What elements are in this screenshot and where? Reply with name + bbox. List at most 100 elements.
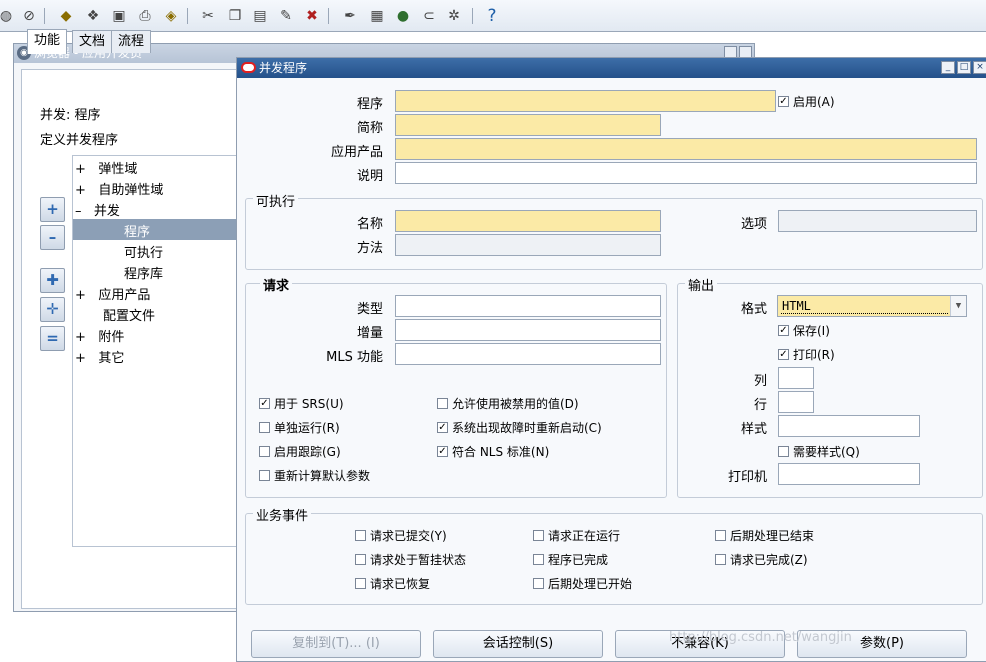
maximize-icon[interactable]: □: [957, 61, 971, 74]
copy-to-button[interactable]: 复制到(T)... (I): [251, 630, 421, 658]
attachment-icon[interactable]: ◈: [161, 6, 181, 26]
tree-item-label: 程序: [124, 225, 151, 240]
recalculate-defaults-checkbox[interactable]: 重新计算默认参数: [259, 467, 370, 484]
options-field[interactable]: [778, 210, 977, 232]
checkbox-label: 请求已提交(Y): [370, 529, 447, 543]
tab-functions[interactable]: 功能: [27, 29, 68, 54]
tree-item-other[interactable]: + 其它: [75, 347, 124, 366]
collapse-all-button[interactable]: =: [40, 326, 65, 351]
checkbox-label: 启用(A): [793, 95, 835, 109]
save-icon[interactable]: ◆: [56, 6, 76, 26]
event-post-processing-started-checkbox[interactable]: 后期处理已开始: [533, 575, 632, 592]
tab-label: 流程: [118, 34, 145, 49]
back-icon[interactable]: ◍: [0, 6, 16, 26]
tree-expander[interactable]: +: [75, 330, 86, 345]
navigate-icon[interactable]: ⊘: [19, 6, 39, 26]
tree-item-application[interactable]: + 应用产品: [75, 284, 150, 303]
print-output-checkbox[interactable]: ✓ 打印(R): [778, 346, 835, 363]
rows-field[interactable]: [778, 391, 814, 413]
window-icon[interactable]: ▦: [367, 6, 387, 26]
format-dropdown[interactable]: HTML ▼: [777, 295, 967, 317]
globe-icon[interactable]: ●: [393, 6, 413, 26]
tree-item-program[interactable]: 程序: [124, 221, 150, 240]
restart-on-failure-checkbox[interactable]: ✓ 系统出现故障时重新启动(C): [437, 419, 602, 436]
printer-field[interactable]: [778, 463, 920, 485]
minimize-icon[interactable]: _: [941, 61, 955, 74]
checkbox-box: [715, 530, 726, 541]
expand-branch-button[interactable]: ✚: [40, 268, 65, 293]
executable-group-title: 可执行: [253, 191, 299, 210]
style-required-checkbox[interactable]: 需要样式(Q): [778, 443, 860, 460]
tab-documents[interactable]: 文档: [72, 30, 113, 53]
expand-all-button[interactable]: ✛: [40, 297, 65, 322]
checkbox-box: [355, 530, 366, 541]
short-name-field[interactable]: [395, 114, 661, 136]
request-type-field[interactable]: [395, 295, 661, 317]
tree-item-self-service-flexfields[interactable]: + 自助弹性域: [75, 179, 163, 198]
session-control-button[interactable]: 会话控制(S): [433, 630, 603, 658]
format-label: 格式: [740, 302, 767, 317]
checkbox-label: 用于 SRS(U): [274, 397, 344, 411]
tree-item-concurrent[interactable]: – 并发: [75, 200, 120, 219]
save-output-checkbox[interactable]: ✓ 保存(I): [778, 322, 830, 339]
event-program-completed-checkbox[interactable]: 程序已完成: [533, 551, 608, 568]
pen-icon[interactable]: ✒: [340, 6, 360, 26]
tree-expander[interactable]: –: [75, 204, 82, 219]
tools-icon[interactable]: ✲: [444, 6, 464, 26]
tree-item-library[interactable]: 程序库: [124, 263, 163, 282]
checkbox-label: 允许使用被禁用的值(D): [452, 397, 579, 411]
executable-method-field[interactable]: [395, 234, 661, 256]
nls-compliant-checkbox[interactable]: ✓ 符合 NLS 标准(N): [437, 443, 549, 460]
tree-item-executable[interactable]: 可执行: [124, 242, 163, 261]
increment-label: 增量: [356, 326, 383, 341]
event-request-running-checkbox[interactable]: 请求正在运行: [533, 527, 620, 544]
paste-icon[interactable]: ▤: [250, 6, 270, 26]
tree-expander[interactable]: +: [75, 351, 86, 366]
print-icon[interactable]: ⎙: [135, 6, 155, 26]
mls-function-label: MLS 功能: [326, 350, 383, 365]
chevron-down-icon[interactable]: ▼: [950, 296, 966, 316]
run-alone-checkbox[interactable]: 单独运行(R): [259, 419, 340, 436]
tree-expander[interactable]: +: [75, 183, 86, 198]
close-icon[interactable]: ×: [973, 61, 986, 74]
application-field[interactable]: [395, 138, 977, 160]
executable-name-field[interactable]: [395, 210, 661, 232]
print-setup-icon[interactable]: ❖: [83, 6, 103, 26]
enable-trace-checkbox[interactable]: 启用跟踪(G): [259, 443, 341, 460]
help-icon[interactable]: ?: [482, 6, 502, 26]
tree-expander[interactable]: +: [75, 162, 86, 177]
expand-button[interactable]: +: [40, 197, 65, 222]
mls-function-field[interactable]: [395, 343, 661, 365]
event-request-completed-checkbox[interactable]: 请求已完成(Z): [715, 551, 808, 568]
rows-label: 行: [753, 398, 767, 413]
tree-item-profile[interactable]: 配置文件: [103, 305, 155, 324]
collapse-button[interactable]: –: [40, 225, 65, 250]
description-field[interactable]: [395, 162, 977, 184]
columns-field[interactable]: [778, 367, 814, 389]
program-field[interactable]: [395, 90, 776, 112]
tab-processes[interactable]: 流程: [111, 30, 152, 53]
increment-field[interactable]: [395, 319, 661, 341]
open-icon[interactable]: ▣: [109, 6, 129, 26]
event-post-processing-ended-checkbox[interactable]: 后期处理已结束: [715, 527, 814, 544]
event-request-resumed-checkbox[interactable]: 请求已恢复: [355, 575, 430, 592]
copy-icon[interactable]: ❐: [225, 6, 245, 26]
event-request-submitted-checkbox[interactable]: 请求已提交(Y): [355, 527, 447, 544]
event-request-on-hold-checkbox[interactable]: 请求处于暂挂状态: [355, 551, 466, 568]
checkbox-box: ✓: [778, 349, 789, 360]
cut-icon[interactable]: ✂: [198, 6, 218, 26]
tree-item-flexfields[interactable]: + 弹性域: [75, 158, 137, 177]
tree-expander[interactable]: +: [75, 288, 86, 303]
allow-disabled-values-checkbox[interactable]: 允许使用被禁用的值(D): [437, 395, 579, 412]
checkbox-label: 后期处理已结束: [730, 529, 815, 543]
use-in-srs-checkbox[interactable]: ✓ 用于 SRS(U): [259, 395, 344, 412]
style-field[interactable]: [778, 415, 920, 437]
form-title-bar[interactable]: 并发程序 _ □ ×: [237, 58, 986, 78]
delete-record-icon[interactable]: ✖: [302, 6, 322, 26]
tree-item-attachments[interactable]: + 附件: [75, 326, 124, 345]
watermark: http://blog.csdn.net/wangjin: [669, 630, 852, 645]
tab-label: 文档: [79, 34, 106, 49]
edit-icon[interactable]: ✎: [276, 6, 296, 26]
enabled-checkbox[interactable]: ✓ 启用(A): [778, 93, 835, 110]
clip-icon[interactable]: ⊂: [419, 6, 439, 26]
